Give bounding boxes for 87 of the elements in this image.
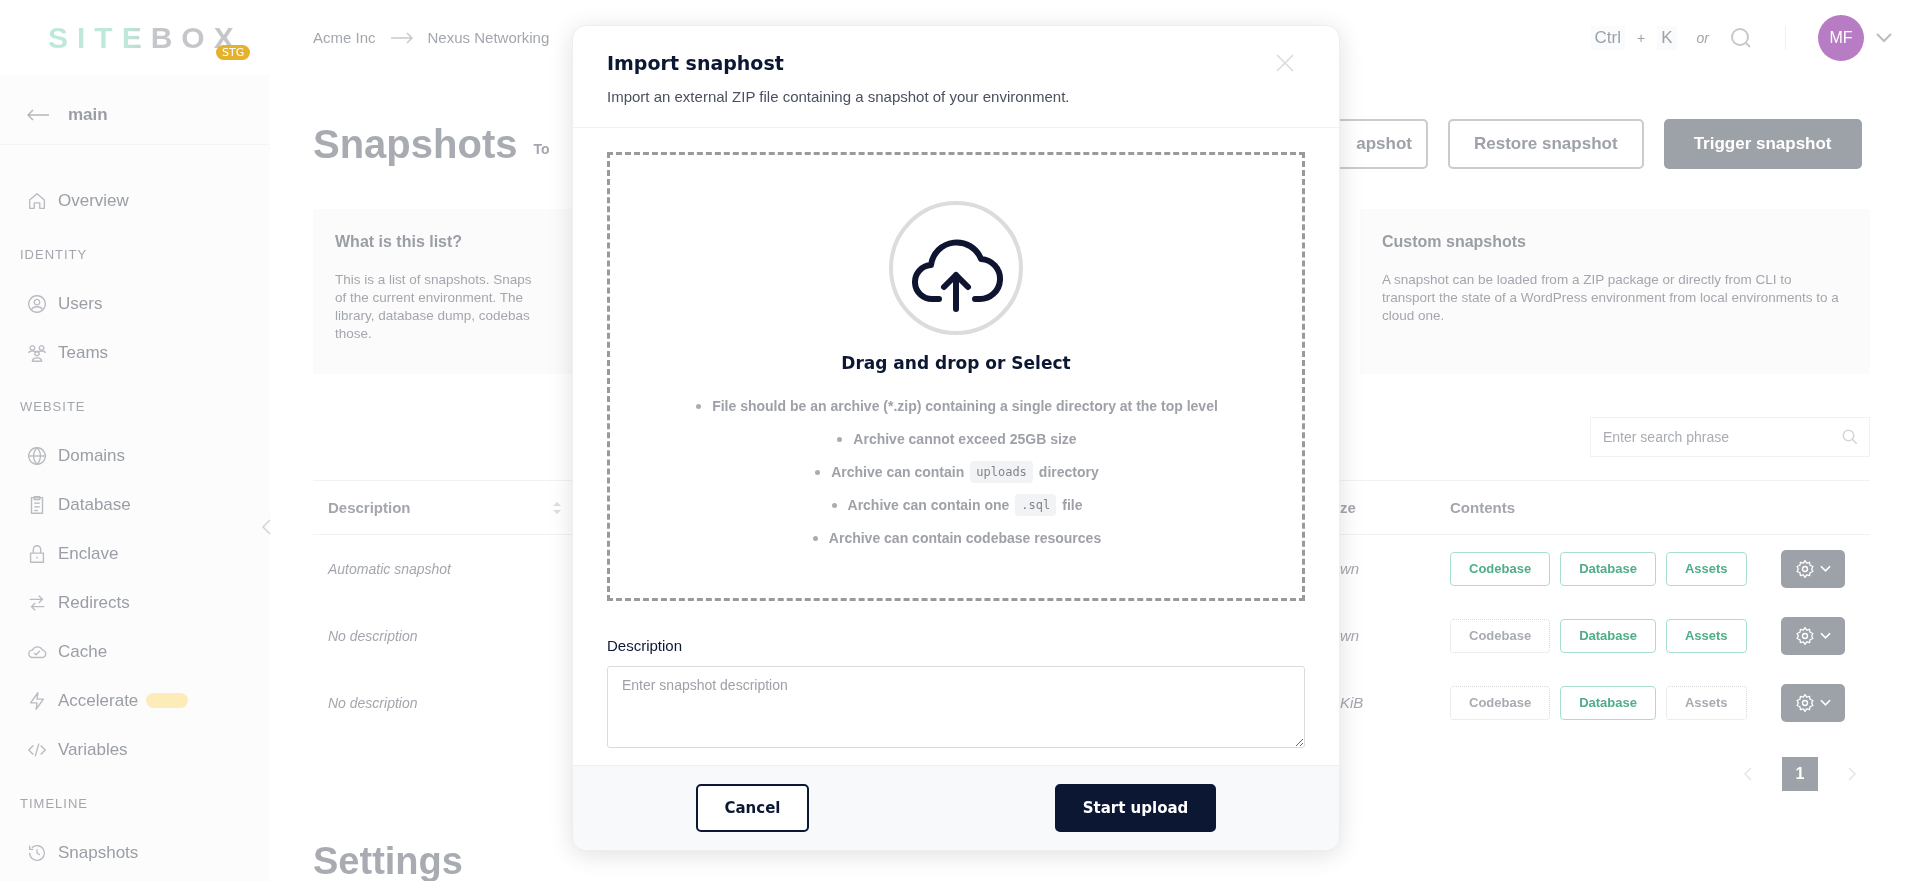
chevron-down-icon bbox=[1819, 564, 1831, 573]
sidebar-item[interactable]: Overview bbox=[58, 190, 129, 211]
gear-icon bbox=[1794, 558, 1815, 579]
field-label: Description bbox=[607, 637, 684, 654]
collapse-chevron-icon[interactable] bbox=[261, 519, 271, 535]
table-cell-text: KiB bbox=[1340, 694, 1365, 711]
content-tag: Database bbox=[1560, 551, 1656, 586]
search-input[interactable]: Enter search phrase bbox=[1601, 428, 1833, 446]
breadcrumb-link[interactable]: Acme Inc bbox=[313, 29, 376, 46]
page-title: Snapshots bbox=[313, 121, 518, 167]
sidebar-item[interactable]: Snapshots bbox=[58, 842, 139, 863]
requirement-text: File should be an archive (*.zip) containing a single directory at the top level bbox=[694, 393, 1218, 419]
card-text: A snapshot can be loaded from a ZIP package or directly from CLI to transport the state of a WordPress environment from local environments to a cloud one. bbox=[1382, 271, 1840, 325]
requirement-text: Archive cannot exceed 25GB size bbox=[835, 426, 1077, 452]
sidebar-item[interactable]: Redirects bbox=[58, 592, 130, 613]
card-text: those. bbox=[335, 325, 373, 343]
sidebar-item[interactable]: Database bbox=[58, 494, 131, 515]
description-field[interactable]: Enter snapshot description bbox=[607, 666, 1305, 748]
table-cell: No description bbox=[328, 694, 418, 711]
table-cell: No description bbox=[328, 627, 418, 644]
sidebar-item[interactable]: Enclave bbox=[58, 543, 119, 564]
requirement-text: Archive can contain codebase resources bbox=[810, 525, 1102, 551]
column-header[interactable]: ze bbox=[1340, 499, 1450, 516]
action-button[interactable]: Restore snapshot bbox=[1448, 119, 1644, 169]
drop-prompt[interactable]: Drag and drop or Select bbox=[841, 353, 1071, 373]
row-actions-button[interactable] bbox=[1780, 683, 1845, 722]
next-page-icon[interactable] bbox=[1848, 767, 1856, 781]
back-link[interactable]: main bbox=[0, 100, 270, 130]
page-button[interactable]: 1 bbox=[1782, 757, 1818, 791]
requirement-text: Archive can contain one .sql file bbox=[829, 492, 1083, 518]
breadcrumb-link[interactable]: Nexus Networking bbox=[427, 29, 550, 46]
section-heading: TIMELINE bbox=[19, 795, 89, 813]
column-header: Contents bbox=[1450, 499, 1515, 516]
sort-icon[interactable] bbox=[552, 499, 562, 516]
chevron-down-icon bbox=[1819, 698, 1831, 707]
table-cell-text: wn bbox=[1340, 627, 1361, 644]
dialog-title: Import snaphost bbox=[607, 52, 784, 74]
section-heading: IDENTITY bbox=[19, 246, 89, 264]
close-icon[interactable] bbox=[1275, 53, 1295, 73]
gear-icon bbox=[1794, 625, 1815, 646]
plus-sign: + bbox=[1637, 29, 1646, 46]
content-tag: Database bbox=[1560, 685, 1656, 720]
card-title: Custom snapshots bbox=[1382, 233, 1527, 251]
content-tag: Database bbox=[1560, 618, 1656, 653]
row-actions-button[interactable] bbox=[1780, 616, 1845, 655]
arrow-icon bbox=[389, 31, 414, 44]
previous-page-icon[interactable] bbox=[1744, 767, 1752, 781]
requirement-text: Archive can contain uploads directory bbox=[813, 459, 1099, 485]
card-text: library, database dump, codebas bbox=[335, 307, 531, 325]
card-text: This is a list of snapshots. Snaps bbox=[335, 271, 533, 289]
chevron-down-icon[interactable] bbox=[1876, 32, 1892, 43]
sidebar-item[interactable]: Domains bbox=[58, 445, 126, 466]
action-button[interactable]: Trigger snapshot bbox=[1663, 119, 1862, 169]
cloud-upload-icon bbox=[889, 201, 1023, 335]
chevron-down-icon bbox=[1819, 631, 1831, 640]
dialog-subtitle: Import an external ZIP file containing a snapshot of your environment. bbox=[607, 88, 1071, 105]
keyboard-key: Ctrl bbox=[1590, 25, 1625, 50]
content-tag: Codebase bbox=[1450, 551, 1551, 586]
table-cell: Automatic snapshot bbox=[328, 560, 451, 577]
content-tag: Assets bbox=[1665, 618, 1747, 653]
keyboard-key: K bbox=[1657, 25, 1677, 50]
sidebar-item[interactable]: Cache bbox=[58, 641, 108, 662]
sidebar-item[interactable]: Teams bbox=[58, 342, 109, 363]
row-actions-button[interactable] bbox=[1780, 549, 1845, 588]
search-icon[interactable] bbox=[1729, 25, 1753, 50]
card-text: of the current environment. The bbox=[335, 289, 525, 307]
sidebar-item[interactable]: Variables bbox=[58, 739, 128, 760]
gear-icon bbox=[1794, 692, 1815, 713]
sidebar-item[interactable]: Users bbox=[58, 293, 103, 314]
globe-icon bbox=[26, 444, 48, 467]
action-button[interactable]: apshot bbox=[1340, 119, 1428, 169]
user-icon bbox=[26, 292, 48, 315]
arrow-left-icon[interactable] bbox=[26, 109, 50, 121]
drop-zone[interactable] bbox=[607, 152, 1305, 601]
content-tag: Assets bbox=[1665, 551, 1747, 586]
section-heading: WEBSITE bbox=[19, 398, 87, 416]
column-header[interactable]: Description bbox=[328, 499, 411, 516]
search-field[interactable]: Enter search phrase bbox=[1590, 417, 1870, 457]
upload-button[interactable]: Start upload bbox=[1055, 784, 1216, 832]
cancel-button[interactable]: Cancel bbox=[696, 784, 809, 832]
title-suffix: To bbox=[533, 141, 550, 157]
or-label: or bbox=[1696, 29, 1709, 46]
sidebar-item[interactable]: Accelerate bbox=[58, 690, 139, 711]
user-avatar[interactable]: MF bbox=[1818, 14, 1864, 61]
card-title: What is this list? bbox=[335, 233, 464, 251]
table-cell-text: wn bbox=[1340, 560, 1361, 577]
search-icon bbox=[1841, 428, 1859, 446]
